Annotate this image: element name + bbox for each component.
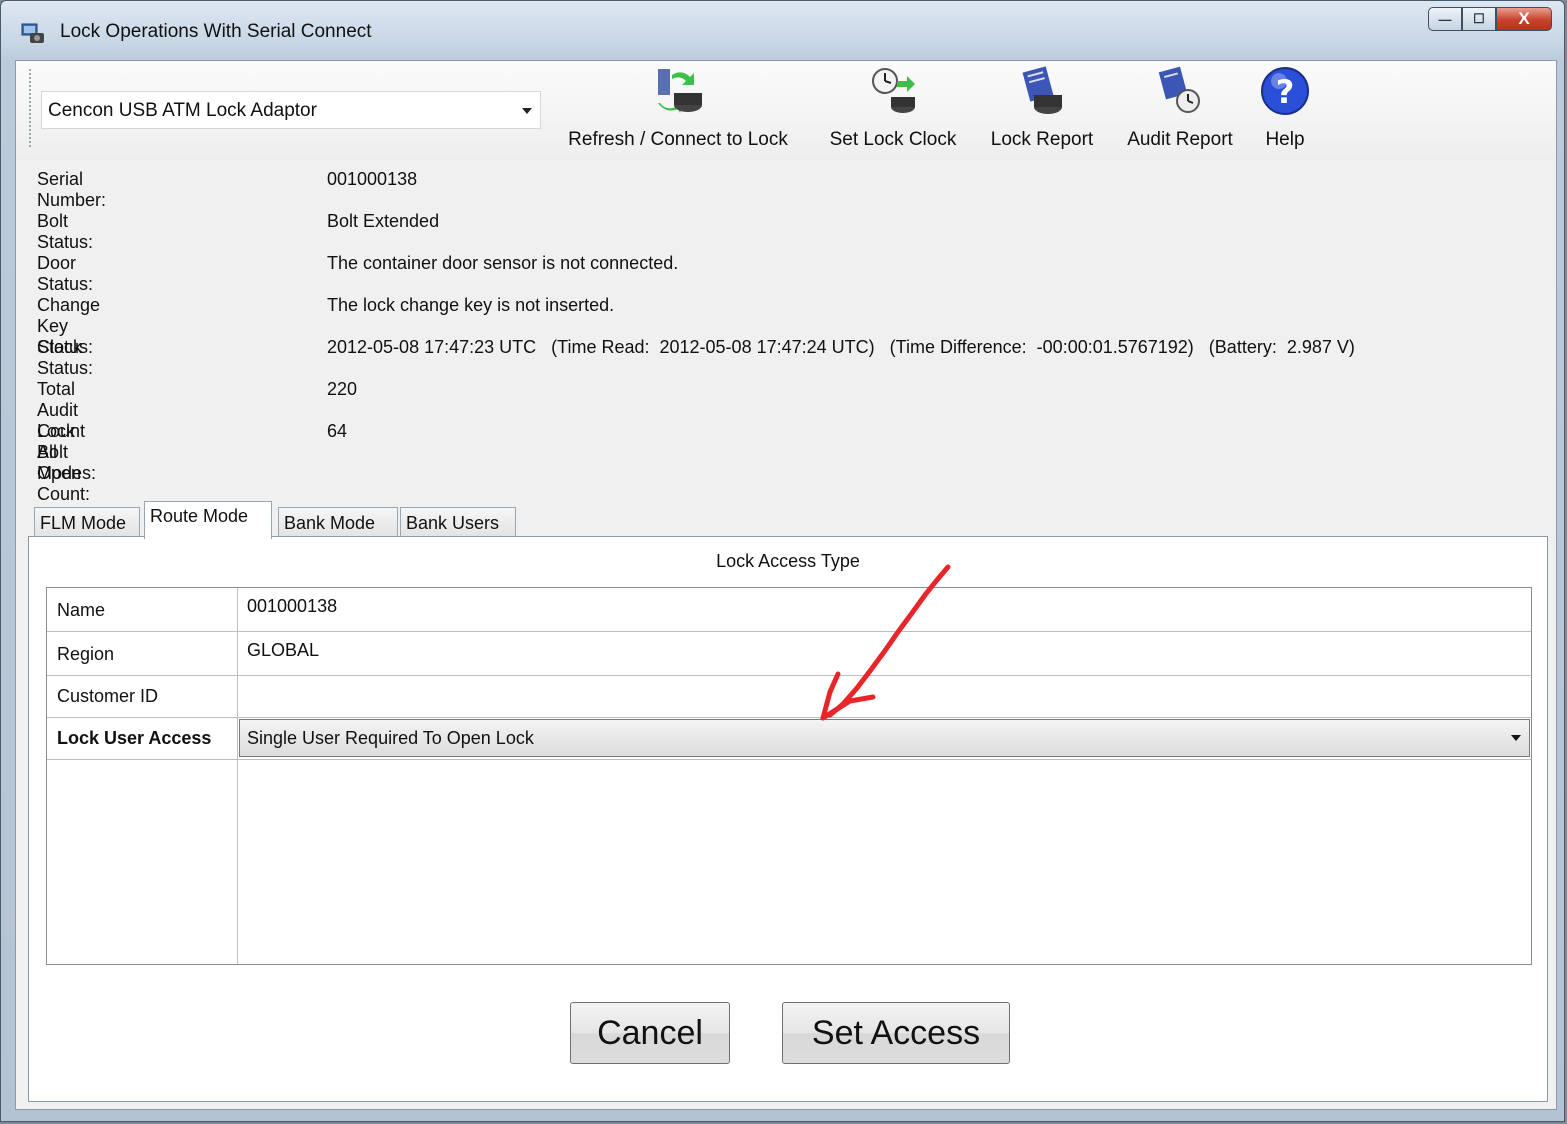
chevron-down-icon [522, 108, 532, 114]
chevron-down-icon [1511, 735, 1521, 741]
help-icon: ? [1261, 67, 1309, 115]
lock-user-access-select[interactable]: Single User Required To Open Lock [239, 719, 1530, 757]
set-access-button[interactable]: Set Access [782, 1002, 1010, 1064]
toolbar: Cencon USB ATM Lock Adaptor Refresh / Co… [16, 61, 1556, 160]
help-button[interactable]: ? Help [1256, 65, 1314, 157]
info-value: Bolt Extended [327, 211, 440, 231]
application-window: Lock Operations With Serial Connect — ☐ … [0, 0, 1565, 1122]
audit-report-icon [1158, 66, 1200, 113]
client-area: Cencon USB ATM Lock Adaptor Refresh / Co… [15, 60, 1557, 1110]
svg-text:?: ? [1276, 73, 1295, 111]
tab-route-mode[interactable]: Route Mode [144, 501, 272, 539]
grid-value: GLOBAL [247, 640, 320, 660]
minimize-button[interactable]: — [1428, 7, 1462, 31]
lock-report-button[interactable]: Lock Report [982, 65, 1102, 157]
info-value: 64 [327, 421, 348, 441]
info-label: Bolt Status: [37, 211, 94, 252]
info-value: 001000138 [327, 169, 418, 189]
refresh-connect-icon [658, 69, 702, 113]
tab-flm-mode[interactable]: FLM Mode [34, 507, 140, 537]
app-icon [21, 23, 44, 43]
refresh-connect-label: Refresh / Connect to Lock [568, 129, 788, 150]
adapter-select-value: Cencon USB ATM Lock Adaptor [48, 100, 317, 121]
info-value: 220 [327, 379, 358, 399]
window-title: Lock Operations With Serial Connect [60, 21, 372, 42]
report-lock-icon [1022, 66, 1062, 114]
info-value: The container door sensor is not connect… [327, 253, 679, 273]
lock-report-label: Lock Report [990, 129, 1094, 150]
grid-row-region[interactable]: Region GLOBAL [47, 632, 1531, 676]
clock-lock-icon [872, 68, 915, 113]
help-label: Help [1265, 129, 1305, 150]
grid-label: Customer ID [57, 686, 159, 706]
grid-label: Region [57, 644, 115, 664]
grid-row-name[interactable]: Name 001000138 [47, 588, 1531, 632]
info-label: Serial Number: [37, 169, 107, 210]
lock-user-access-value: Single User Required To Open Lock [247, 728, 534, 748]
route-mode-panel: Lock Access Type Name 001000138 Region G… [28, 536, 1548, 1102]
cancel-button[interactable]: Cancel [570, 1002, 730, 1064]
tab-bank-users[interactable]: Bank Users [400, 507, 516, 537]
set-lock-clock-label: Set Lock Clock [829, 129, 957, 150]
info-value: 2012-05-08 17:47:23 UTC (Time Read: 2012… [327, 337, 1355, 357]
close-button[interactable]: X [1496, 7, 1552, 31]
panel-title: Lock Access Type [716, 551, 860, 571]
set-lock-clock-button[interactable]: Set Lock Clock [822, 65, 964, 157]
refresh-connect-button[interactable]: Refresh / Connect to Lock [552, 65, 804, 157]
property-grid: Name 001000138 Region GLOBAL Customer ID… [46, 587, 1532, 965]
window-controls: — ☐ X [1428, 7, 1552, 31]
audit-report-label: Audit Report [1127, 129, 1233, 150]
grid-label: Name [57, 600, 106, 620]
toolbar-grip[interactable] [29, 69, 31, 149]
maximize-button[interactable]: ☐ [1462, 7, 1496, 31]
grid-label: Lock User Access [57, 728, 212, 748]
info-label: Lock Bolt Open Count: [37, 421, 91, 504]
info-label: Door Status: [37, 253, 94, 294]
grid-row-lock-user-access[interactable]: Lock User Access Single User Required To… [47, 718, 1531, 760]
info-label: Clock Status: [37, 337, 94, 378]
grid-value: 001000138 [247, 596, 338, 616]
info-value: The lock change key is not inserted. [327, 295, 615, 315]
title-bar[interactable]: Lock Operations With Serial Connect — ☐ … [1, 1, 1564, 63]
adapter-select[interactable]: Cencon USB ATM Lock Adaptor [41, 91, 541, 129]
grid-row-customer-id[interactable]: Customer ID [47, 676, 1531, 718]
audit-report-button[interactable]: Audit Report [1116, 65, 1244, 157]
tab-bank-mode[interactable]: Bank Mode [278, 507, 398, 537]
